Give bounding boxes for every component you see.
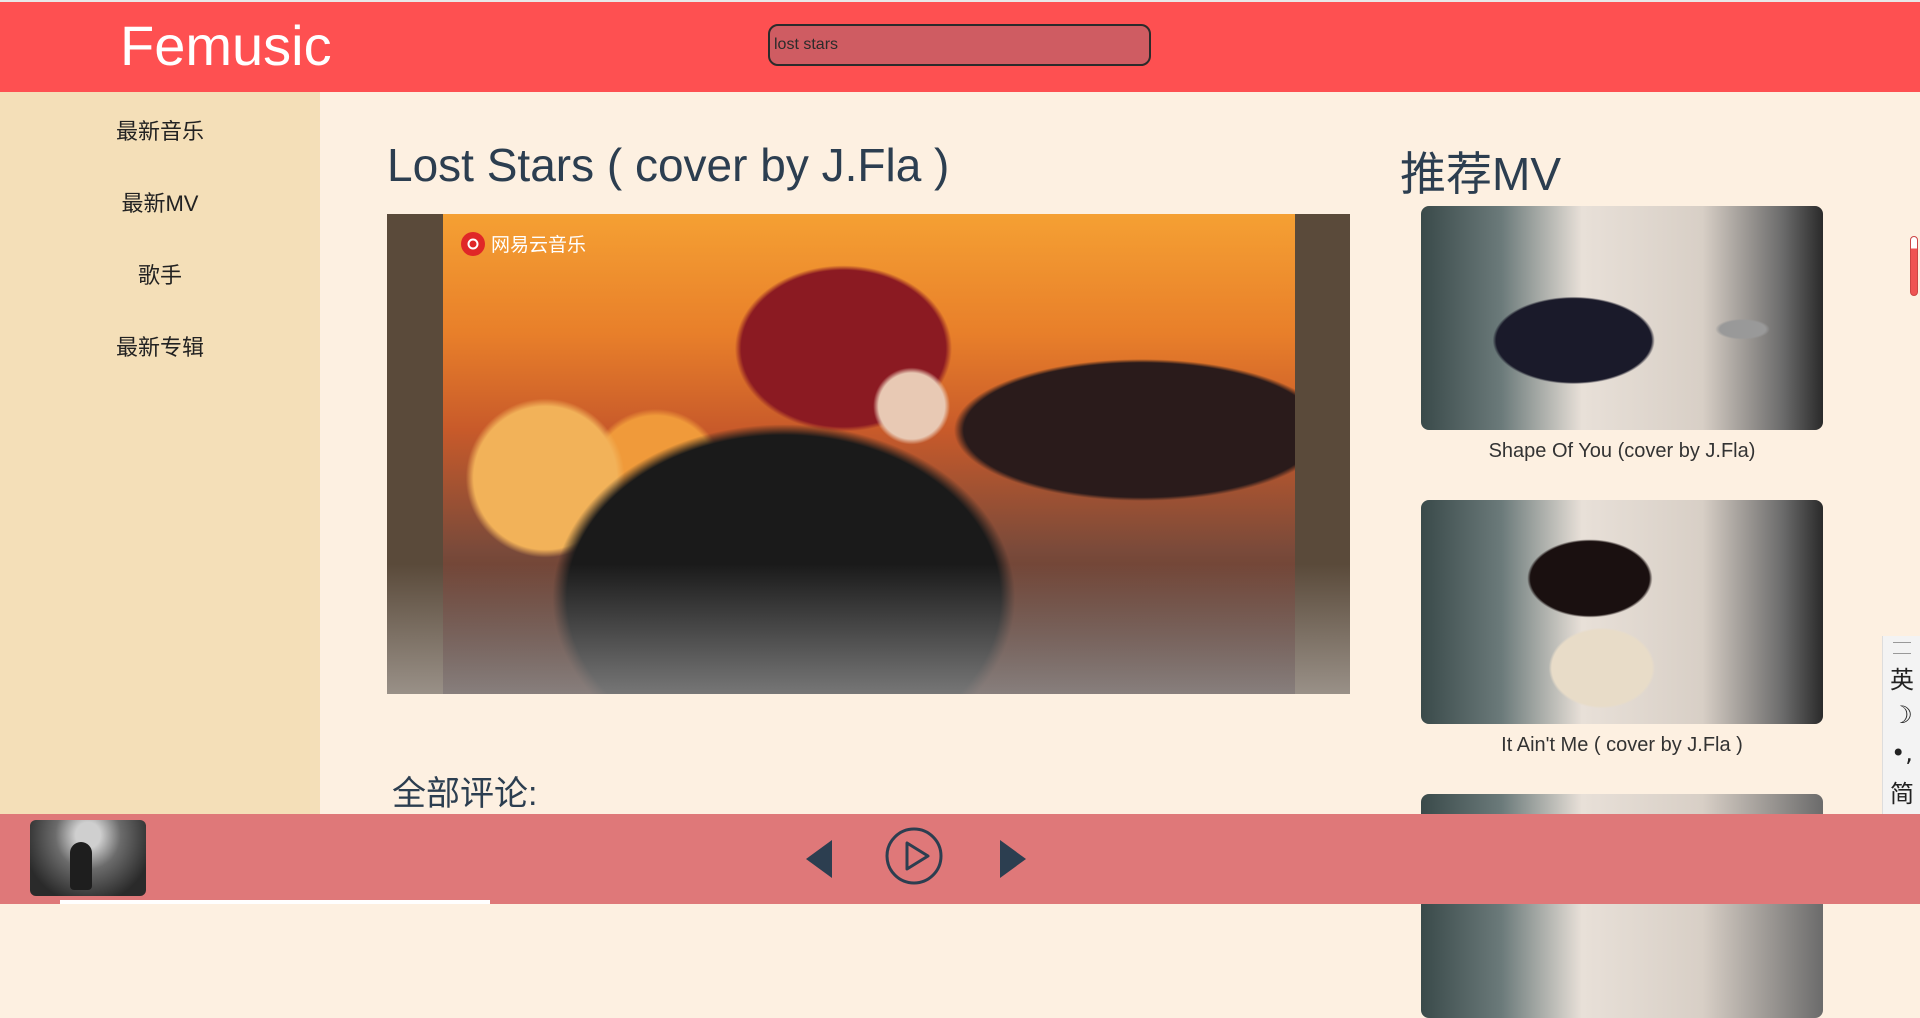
app-header: Femusic — [0, 0, 1920, 92]
mv-thumbnail[interactable] — [1421, 500, 1823, 724]
mv-caption[interactable]: Shape Of You (cover by J.Fla) — [1421, 440, 1823, 463]
moon-icon[interactable]: ☽ — [1883, 696, 1920, 734]
search-input[interactable] — [768, 24, 1151, 66]
previous-icon[interactable] — [804, 838, 834, 880]
next-icon[interactable] — [998, 838, 1028, 880]
comments-heading: 全部评论: — [392, 775, 538, 813]
album-art-figure — [70, 842, 92, 890]
sidebar-item-new-mv[interactable]: 最新MV — [0, 186, 320, 218]
sidebar: 最新音乐 最新MV 歌手 最新专辑 — [0, 92, 320, 814]
watermark-text: 网易云音乐 — [491, 235, 587, 256]
sidebar-item-singers[interactable]: 歌手 — [0, 258, 320, 290]
mv-caption[interactable]: It Ain't Me ( cover by J.Fla ) — [1421, 734, 1823, 757]
language-toggle-icon[interactable]: 英 — [1883, 658, 1920, 696]
player-bar — [0, 814, 1920, 904]
video-controls-overlay — [387, 564, 1350, 694]
progress-track[interactable] — [60, 900, 490, 904]
simplified-icon[interactable]: 简 — [1883, 772, 1920, 810]
video-player[interactable]: 网易云音乐 — [387, 214, 1350, 694]
app-logo[interactable]: Femusic — [120, 12, 332, 80]
scrollbar[interactable] — [1910, 236, 1918, 296]
mv-card[interactable]: It Ain't Me ( cover by J.Fla ) — [1421, 500, 1823, 757]
recommend-heading: 推荐MV — [1400, 148, 1561, 200]
mv-card[interactable]: Shape Of You (cover by J.Fla) — [1421, 206, 1823, 463]
mv-title: Lost Stars ( cover by J.Fla ) — [387, 139, 950, 191]
drag-handle-icon[interactable] — [1893, 642, 1911, 654]
sidebar-item-new-albums[interactable]: 最新专辑 — [0, 330, 320, 362]
mv-thumbnail[interactable] — [1421, 206, 1823, 430]
netease-logo-icon — [461, 231, 485, 256]
punctuation-icon[interactable]: •, — [1883, 734, 1920, 772]
album-art[interactable] — [30, 820, 146, 896]
video-watermark: 网易云音乐 — [461, 230, 586, 257]
sidebar-item-new-music[interactable]: 最新音乐 — [0, 114, 320, 146]
play-icon[interactable] — [884, 826, 944, 886]
